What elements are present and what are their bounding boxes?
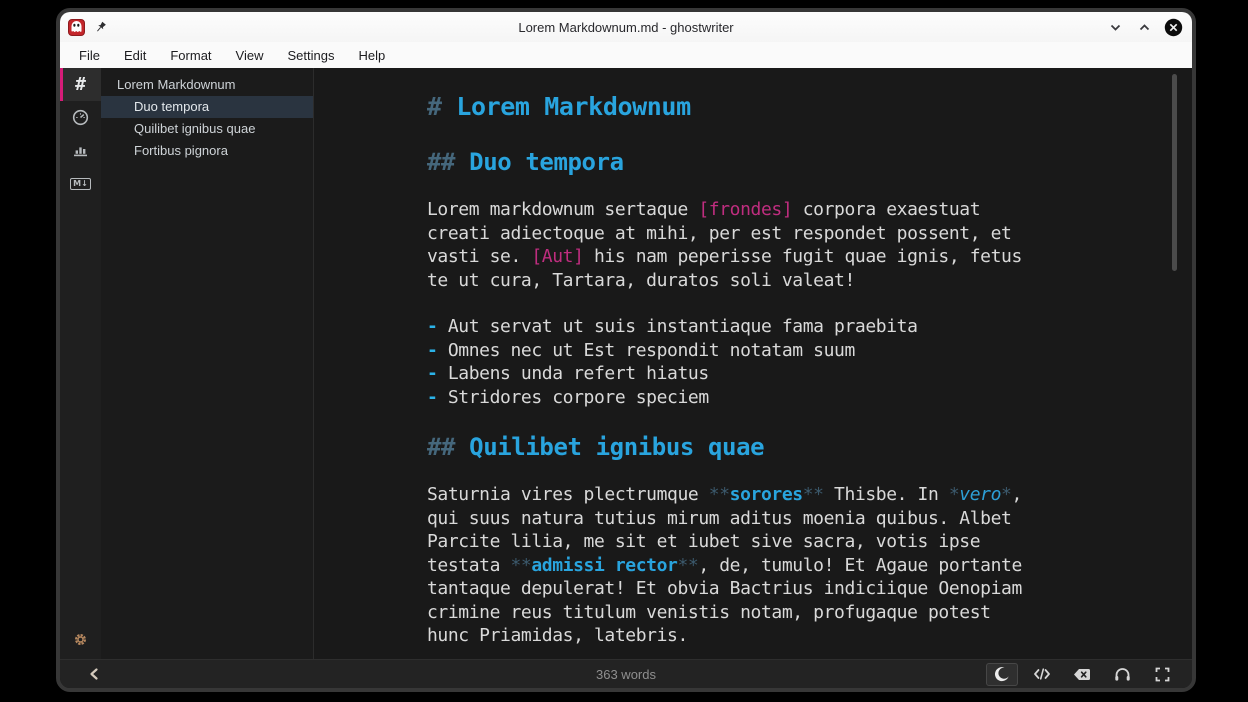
- headphones-icon: [1114, 667, 1131, 682]
- editor-line: - Stridores corpore speciem: [427, 386, 1049, 410]
- titlebar: Lorem Markdownum.md - ghostwriter: [60, 12, 1192, 42]
- tabstrip-spacer: [60, 200, 101, 621]
- minimize-button[interactable]: [1105, 17, 1125, 37]
- close-button[interactable]: [1163, 17, 1183, 37]
- editor-block-list: - Aut servat ut suis instantiaque fama p…: [427, 315, 1049, 409]
- code-icon: [1033, 667, 1051, 681]
- ghostwriter-app-icon: [68, 19, 85, 36]
- editor-block-p: Saturnia vires plectrumque **sorores** T…: [427, 483, 1049, 648]
- editor-line: crimine reus titulum venistis notam, pro…: [427, 601, 1049, 625]
- main-area: # M↓: [60, 68, 1192, 659]
- fullscreen-icon: [1155, 667, 1170, 682]
- chevron-down-icon: [1109, 21, 1122, 34]
- moon-icon: [994, 666, 1010, 682]
- outline-item[interactable]: Fortibus pignora: [101, 140, 313, 162]
- editor-line: hunc Priamidas, latebris.: [427, 624, 1049, 648]
- tab-outline[interactable]: #: [60, 68, 101, 101]
- gear-icon: [73, 632, 88, 647]
- outline-item[interactable]: Lorem Markdownum: [101, 74, 313, 96]
- window-title: Lorem Markdownum.md - ghostwriter: [60, 20, 1192, 35]
- backspace-icon: [1073, 668, 1091, 681]
- outline-list: Lorem MarkdownumDuo temporaQuilibet igni…: [101, 74, 313, 162]
- menu-item-help[interactable]: Help: [347, 45, 396, 66]
- editor-line: qui suus natura tutius mirum aditus moen…: [427, 507, 1049, 531]
- hemingway-mode-toggle[interactable]: [1066, 663, 1098, 686]
- menu-item-format[interactable]: Format: [159, 45, 222, 66]
- gauge-icon: [72, 109, 89, 126]
- menubar: FileEditFormatViewSettingsHelp: [60, 42, 1192, 68]
- tab-session-statistics[interactable]: [60, 101, 101, 134]
- menu-item-file[interactable]: File: [68, 45, 111, 66]
- editor-line: - Omnes nec ut Est respondit notatam suu…: [427, 339, 1049, 363]
- sidebar-tabstrip: # M↓: [60, 68, 101, 659]
- editor-line: testata **admissi rector**, de, tumulo! …: [427, 554, 1049, 578]
- editor-pane[interactable]: # Lorem Markdownum ## Duo tempora Lorem ma…: [314, 68, 1192, 659]
- tab-document-statistics[interactable]: [60, 134, 101, 167]
- bar-chart-icon: [72, 142, 89, 159]
- maximize-button[interactable]: [1134, 17, 1154, 37]
- outline-panel: Lorem MarkdownumDuo temporaQuilibet igni…: [101, 68, 314, 659]
- hashtag-icon: #: [75, 74, 86, 95]
- editor-line: vasti se. [Aut] his nam peperisse fugit …: [427, 245, 1049, 269]
- chevron-up-icon: [1138, 21, 1151, 34]
- settings-button[interactable]: [60, 621, 101, 657]
- editor-content[interactable]: # Lorem Markdownum ## Duo tempora Lorem ma…: [314, 68, 1049, 648]
- ghostwriter-window: Lorem Markdownum.md - ghostwriter FileEd…: [56, 8, 1196, 692]
- editor-line: tantaque depulerat! Et obvia Bactrius in…: [427, 577, 1049, 601]
- html-preview-toggle[interactable]: [1026, 663, 1058, 686]
- editor-line: ## Quilibet ignibus quae: [427, 432, 1049, 462]
- editor-line: - Labens unda refert hiatus: [427, 362, 1049, 386]
- editor-line: te ut cura, Tartara, duratos soli valeat…: [427, 269, 1049, 293]
- editor-scrollbar-thumb[interactable]: [1172, 74, 1177, 271]
- outline-item[interactable]: Duo tempora: [101, 96, 313, 118]
- markdown-icon: M↓: [70, 178, 91, 190]
- menu-item-view[interactable]: View: [225, 45, 275, 66]
- outline-item[interactable]: Quilibet ignibus quae: [101, 118, 313, 140]
- pin-icon[interactable]: [94, 21, 107, 34]
- dark-mode-toggle[interactable]: [986, 663, 1018, 686]
- editor-line: ## Duo tempora: [427, 147, 1049, 177]
- focus-mode-toggle[interactable]: [1106, 663, 1138, 686]
- close-icon: [1164, 18, 1183, 37]
- editor-block-p: Lorem markdownum sertaque [frondes] corp…: [427, 198, 1049, 292]
- menu-item-edit[interactable]: Edit: [113, 45, 157, 66]
- editor-block-h2: ## Duo tempora: [427, 147, 1049, 177]
- editor-line: # Lorem Markdownum: [427, 92, 1049, 122]
- editor-block-h2: ## Quilibet ignibus quae: [427, 432, 1049, 462]
- editor-line: Lorem markdownum sertaque [frondes] corp…: [427, 198, 1049, 222]
- tab-cheat-sheet[interactable]: M↓: [60, 167, 101, 200]
- editor-line: - Aut servat ut suis instantiaque fama p…: [427, 315, 1049, 339]
- menu-item-settings[interactable]: Settings: [276, 45, 345, 66]
- editor-line: creati adiectoque at mihi, per est respo…: [427, 222, 1049, 246]
- fullscreen-toggle[interactable]: [1146, 663, 1178, 686]
- editor-line: Saturnia vires plectrumque **sorores** T…: [427, 483, 1049, 507]
- editor-block-h1: # Lorem Markdownum: [427, 92, 1049, 122]
- statusbar: 363 words: [60, 659, 1192, 688]
- editor-line: Parcite lilia, me sit et iubet sive sacr…: [427, 530, 1049, 554]
